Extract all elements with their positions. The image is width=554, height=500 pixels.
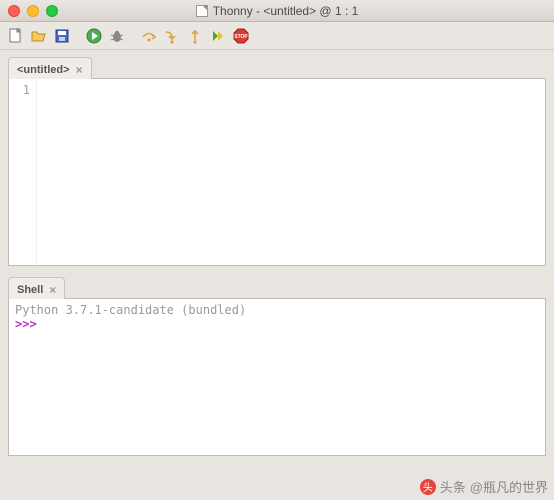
shell-tab-label: Shell bbox=[17, 284, 43, 296]
shell-pane: Shell × Python 3.7.1-candidate (bundled)… bbox=[8, 276, 546, 456]
shell-tab[interactable]: Shell × bbox=[8, 277, 65, 299]
editor-tabs: <untitled> × bbox=[8, 56, 546, 78]
shell-banner: Python 3.7.1-candidate (bundled) bbox=[15, 303, 539, 317]
resume-button[interactable] bbox=[208, 26, 228, 46]
zoom-window-button[interactable] bbox=[46, 5, 58, 17]
code-area[interactable] bbox=[37, 79, 545, 265]
save-icon bbox=[54, 28, 70, 44]
document-icon bbox=[196, 5, 208, 17]
watermark-handle: @瓶凡的世界 bbox=[470, 477, 548, 496]
step-over-button[interactable] bbox=[139, 26, 159, 46]
save-button[interactable] bbox=[52, 26, 72, 46]
toolbar: STOP bbox=[0, 22, 554, 50]
run-icon bbox=[86, 28, 102, 44]
watermark-prefix: 头条 bbox=[440, 477, 466, 496]
resume-icon bbox=[210, 28, 226, 44]
stop-button[interactable]: STOP bbox=[231, 26, 251, 46]
new-file-button[interactable] bbox=[6, 26, 26, 46]
watermark: 头 头条 @瓶凡的世界 bbox=[420, 477, 548, 496]
stop-icon: STOP bbox=[233, 28, 249, 44]
step-out-button[interactable] bbox=[185, 26, 205, 46]
shell-prompt: >>> bbox=[15, 317, 37, 331]
editor-pane: <untitled> × 1 bbox=[8, 56, 546, 266]
debug-button[interactable] bbox=[107, 26, 127, 46]
close-icon[interactable]: × bbox=[49, 283, 56, 297]
step-out-icon bbox=[187, 28, 203, 44]
line-gutter: 1 bbox=[9, 79, 37, 265]
logo-icon: 头 bbox=[420, 479, 436, 495]
close-icon[interactable]: × bbox=[76, 63, 83, 77]
open-file-icon bbox=[31, 28, 47, 44]
svg-text:STOP: STOP bbox=[234, 34, 248, 40]
shell-output[interactable]: Python 3.7.1-candidate (bundled) >>> bbox=[8, 298, 546, 456]
step-into-icon bbox=[164, 28, 180, 44]
window-title: Thonny - <untitled> @ 1 : 1 bbox=[0, 4, 554, 18]
close-window-button[interactable] bbox=[8, 5, 20, 17]
new-file-icon bbox=[8, 28, 24, 44]
window-controls bbox=[0, 5, 58, 17]
minimize-window-button[interactable] bbox=[27, 5, 39, 17]
step-into-button[interactable] bbox=[162, 26, 182, 46]
shell-tabs: Shell × bbox=[8, 276, 546, 298]
run-button[interactable] bbox=[84, 26, 104, 46]
window-title-text: Thonny - <untitled> @ 1 : 1 bbox=[213, 4, 359, 18]
open-file-button[interactable] bbox=[29, 26, 49, 46]
line-number: 1 bbox=[9, 83, 30, 97]
code-editor[interactable]: 1 bbox=[8, 78, 546, 266]
titlebar: Thonny - <untitled> @ 1 : 1 bbox=[0, 0, 554, 22]
editor-tab-untitled[interactable]: <untitled> × bbox=[8, 57, 92, 79]
step-over-icon bbox=[141, 28, 157, 44]
debug-icon bbox=[109, 28, 125, 44]
editor-tab-label: <untitled> bbox=[17, 64, 70, 76]
